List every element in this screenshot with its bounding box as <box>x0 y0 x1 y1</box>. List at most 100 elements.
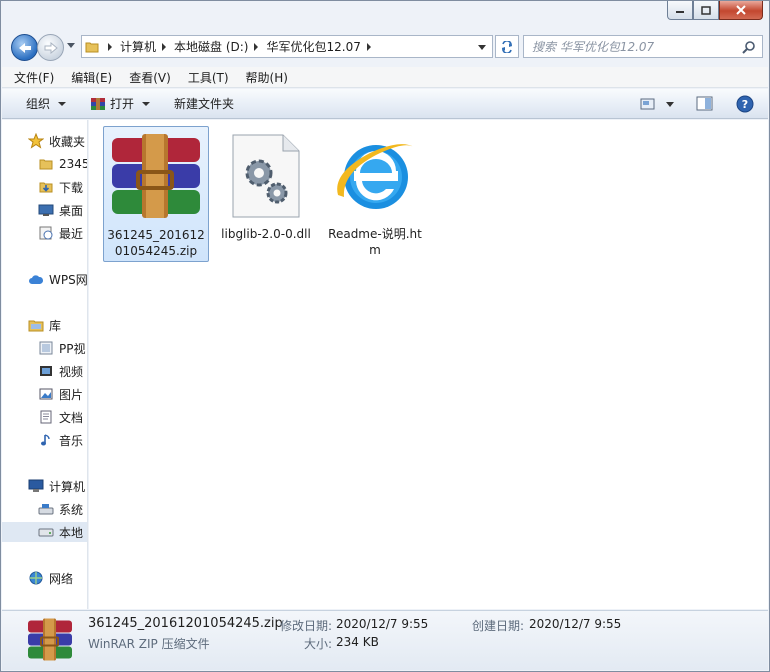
video-library-icon <box>38 363 54 379</box>
view-options-dropdown[interactable] <box>666 101 674 107</box>
breadcrumb-arrow-icon[interactable] <box>162 42 167 51</box>
star-icon <box>28 133 44 149</box>
menu-tools[interactable]: 工具(T) <box>188 69 229 86</box>
preview-pane-icon[interactable] <box>696 96 714 112</box>
sidebar-item-downloads[interactable]: 下载 <box>38 177 83 197</box>
forward-arrow-icon <box>44 41 58 54</box>
folder-icon <box>82 41 102 53</box>
network-icon <box>28 570 44 586</box>
recent-places-icon <box>38 225 54 241</box>
search-input[interactable]: 搜索 华军优化包12.07 <box>523 35 763 58</box>
back-arrow-icon <box>18 42 31 53</box>
sidebar-item-desktop[interactable]: 桌面 <box>38 200 83 220</box>
svg-text:?: ? <box>742 98 748 111</box>
desktop-icon <box>38 202 54 218</box>
breadcrumb-local-disk[interactable]: 本地磁盘 (D:) <box>174 38 248 55</box>
new-folder-button[interactable]: 新建文件夹 <box>174 95 234 112</box>
cloud-icon <box>28 271 44 287</box>
sidebar-item-2345[interactable]: 2345 <box>38 154 88 174</box>
menu-file[interactable]: 文件(F) <box>14 69 54 86</box>
internet-explorer-icon <box>327 132 423 220</box>
command-bar: 组织 打开 新建文件夹 ? <box>2 89 768 119</box>
recent-pages-dropdown[interactable] <box>67 43 75 48</box>
breadcrumb-computer[interactable]: 计算机 <box>120 38 156 55</box>
file-item[interactable]: 361245_20161201054245.zip <box>103 126 209 262</box>
address-bar[interactable]: 计算机 本地磁盘 (D:) 华军优化包12.07 <box>81 35 493 58</box>
file-item[interactable]: libglib-2.0-0.dll <box>213 126 319 262</box>
size-label: 大小: <box>304 637 333 651</box>
sidebar-item-label: 桌面 <box>59 203 84 218</box>
sidebar-item-music[interactable]: 音乐 <box>38 430 83 450</box>
file-name: 361245_20161201054245.zip <box>107 228 205 258</box>
organize-button[interactable]: 组织 <box>26 95 67 112</box>
breadcrumb: 计算机 本地磁盘 (D:) 华军优化包12.07 <box>102 38 379 55</box>
file-list: 361245_20161201054245.zip libglib-2.0-0.… <box>89 120 768 609</box>
sidebar-item-computer[interactable]: 计算机 <box>28 476 85 496</box>
file-name: Readme-说明.htm <box>328 227 422 257</box>
download-folder-icon <box>38 179 54 195</box>
sidebar-item-local-disk[interactable]: 本地 <box>2 522 87 542</box>
help-icon[interactable]: ? <box>736 95 754 113</box>
maximize-button[interactable] <box>693 1 719 20</box>
sidebar-item-libraries[interactable]: 库 <box>28 315 61 335</box>
search-icon[interactable] <box>742 40 756 54</box>
details-filename: 361245_20161201054245.zip <box>88 616 283 631</box>
sidebar-item-label: 2345 <box>59 157 88 171</box>
sidebar-item-videos[interactable]: 视频 <box>38 361 83 381</box>
close-button[interactable] <box>719 1 763 20</box>
navigation-pane: 收藏夹 2345 下载 桌面 最近 WPS网 库 PP视 视频 图片 文档 音乐… <box>2 120 88 609</box>
sidebar-item-label: 系统 <box>59 502 84 517</box>
minimize-button[interactable] <box>667 1 693 20</box>
sidebar-item-pictures[interactable]: 图片 <box>38 384 83 404</box>
menu-edit[interactable]: 编辑(E) <box>71 69 112 86</box>
open-button[interactable]: 打开 <box>90 95 151 112</box>
menu-view[interactable]: 查看(V) <box>129 69 171 86</box>
chevron-down-icon <box>58 101 67 106</box>
pictures-icon <box>38 386 54 402</box>
refresh-button[interactable] <box>495 35 519 58</box>
new-folder-label: 新建文件夹 <box>174 97 235 111</box>
sidebar-item-network[interactable]: 网络 <box>28 568 73 588</box>
sidebar-item-favorites[interactable]: 收藏夹 <box>28 131 85 151</box>
sidebar-item-label: 文档 <box>59 410 84 425</box>
menu-bar: 文件(F) 编辑(E) 查看(V) 工具(T) 帮助(H) <box>2 67 768 88</box>
sidebar-item-label: WPS网 <box>49 272 88 287</box>
created-label: 创建日期: <box>472 619 525 633</box>
menu-help[interactable]: 帮助(H) <box>246 69 288 86</box>
forward-button[interactable] <box>37 34 64 61</box>
file-item[interactable]: Readme-说明.htm <box>322 126 428 262</box>
video-library-icon <box>38 340 54 356</box>
explorer-window: 计算机 本地磁盘 (D:) 华军优化包12.07 搜索 华军优化包12.07 文… <box>0 0 770 672</box>
sidebar-item-label: 视频 <box>59 364 84 379</box>
sidebar-item-wps-cloud[interactable]: WPS网 <box>28 269 88 289</box>
command-bar-right: ? <box>640 95 754 113</box>
back-button[interactable] <box>11 34 38 61</box>
sidebar-item-system-drive[interactable]: 系统 <box>38 499 83 519</box>
sidebar-item-label: 音乐 <box>59 433 84 448</box>
sidebar-item-label: 本地 <box>59 525 84 540</box>
sidebar-item-label: 库 <box>49 318 62 333</box>
winrar-archive-icon <box>108 133 204 221</box>
drive-icon <box>38 524 54 540</box>
sidebar-item-pp-video[interactable]: PP视 <box>38 338 85 358</box>
sidebar-item-label: 网络 <box>49 571 74 586</box>
breadcrumb-arrow-icon[interactable] <box>108 42 112 51</box>
dll-gear-icon <box>218 132 314 220</box>
modified-label: 修改日期: <box>280 619 333 633</box>
breadcrumb-current-folder[interactable]: 华军优化包12.07 <box>266 38 360 55</box>
documents-icon <box>38 409 54 425</box>
sidebar-item-label: 图片 <box>59 387 84 402</box>
winrar-icon <box>91 97 106 110</box>
sidebar-item-label: 最近 <box>59 226 84 241</box>
breadcrumb-arrow-icon[interactable] <box>366 42 371 51</box>
sidebar-item-label: 收藏夹 <box>49 134 86 149</box>
size-value: 234 KB <box>336 635 379 649</box>
file-name: libglib-2.0-0.dll <box>221 227 311 241</box>
caption-buttons <box>667 1 763 21</box>
view-options-icon[interactable] <box>640 97 656 111</box>
created-value: 2020/12/7 9:55 <box>529 617 622 631</box>
breadcrumb-arrow-icon[interactable] <box>254 42 259 51</box>
address-history-dropdown[interactable] <box>478 45 486 50</box>
sidebar-item-recent[interactable]: 最近 <box>38 223 83 243</box>
sidebar-item-documents[interactable]: 文档 <box>38 407 83 427</box>
